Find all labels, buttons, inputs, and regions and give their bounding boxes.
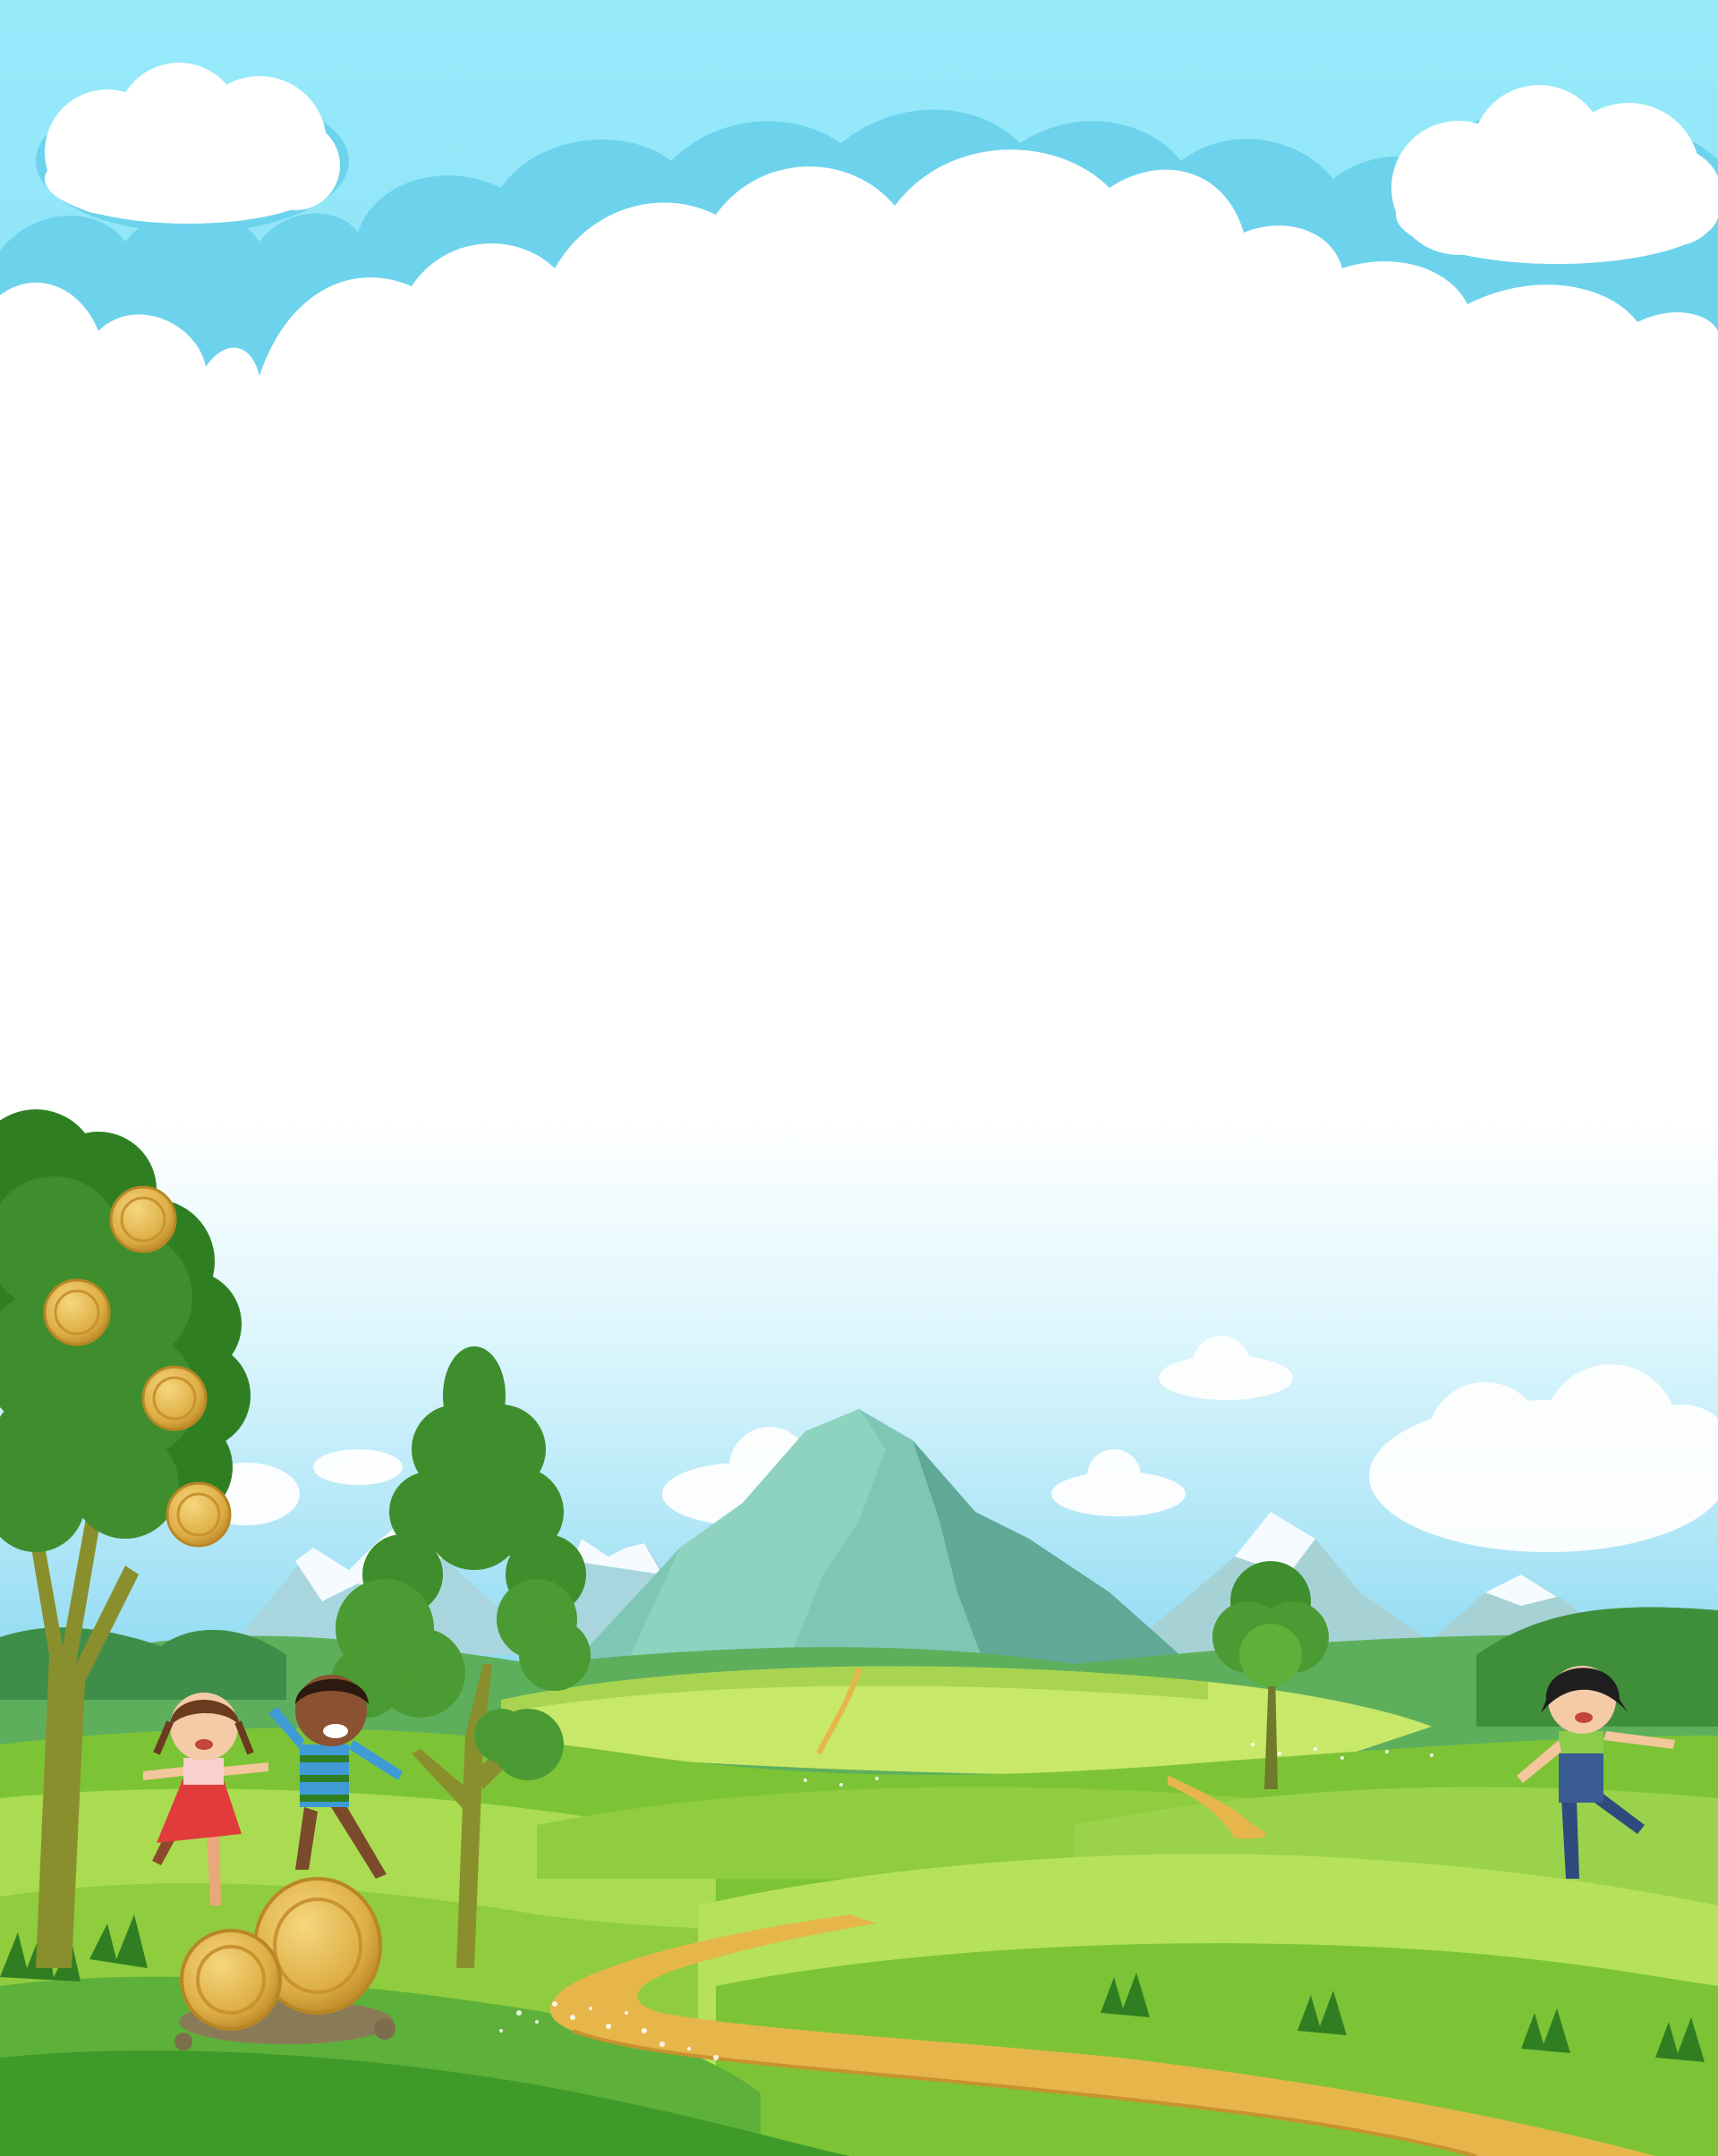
coin bbox=[43, 1278, 111, 1346]
coin bbox=[141, 1365, 208, 1431]
coin bbox=[109, 1185, 177, 1253]
coin bbox=[166, 1481, 232, 1548]
coin bbox=[180, 1929, 282, 2031]
blank-panel bbox=[0, 385, 1718, 1127]
scene-illustration bbox=[0, 0, 1718, 2156]
